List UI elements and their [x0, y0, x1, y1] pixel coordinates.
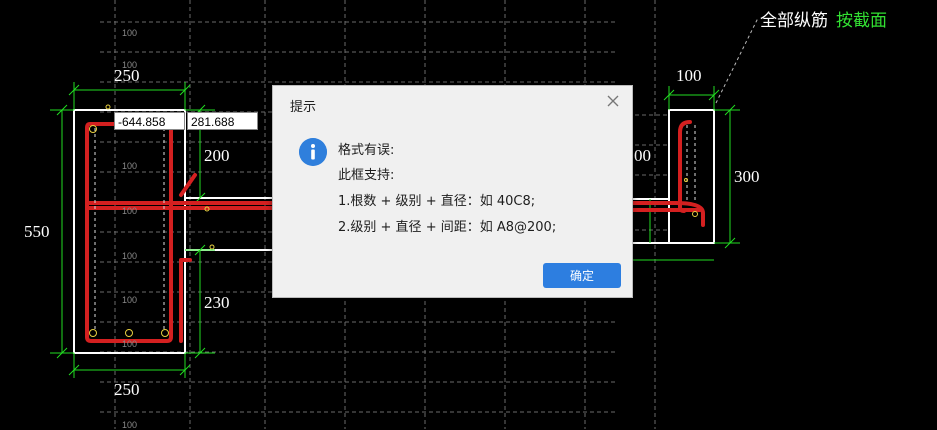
- dim-left-top-width[interactable]: 250: [114, 66, 140, 86]
- message-line: 1.根数 + 级别 + 直径：如 40C8;: [338, 194, 536, 209]
- dim-left-height[interactable]: 550: [24, 222, 50, 242]
- dim-right-height[interactable]: 300: [734, 167, 760, 187]
- dim-web-bottom[interactable]: 230: [204, 293, 230, 313]
- close-icon[interactable]: [604, 92, 622, 110]
- by-section-label[interactable]: 按截面: [836, 11, 887, 31]
- info-icon: [299, 138, 327, 166]
- dim-right-top-width[interactable]: 100: [676, 66, 702, 86]
- leader-line: [715, 17, 759, 104]
- message-line: 格式有误:: [338, 143, 395, 158]
- dim-web-top[interactable]: 200: [204, 146, 230, 166]
- prompt-dialog: 提示 格式有误: 此框支持: 1.根数 + 级别 + 直径：如 40C8; 2.…: [272, 85, 633, 298]
- message-line: 2.级别 + 直径 + 间距：如 A8@200;: [338, 220, 557, 235]
- grid-label: 100: [122, 161, 138, 171]
- dim-left-bottom-width[interactable]: 250: [114, 380, 140, 400]
- rebar-mode-label: 全部纵筋 按截面: [760, 6, 887, 31]
- grid-label: 100: [122, 28, 138, 38]
- all-longitudinal-label: 全部纵筋: [760, 11, 828, 31]
- grid-label: 100: [122, 206, 138, 216]
- coord-x-input[interactable]: -644.858: [114, 112, 185, 130]
- dialog-title: 提示: [290, 100, 317, 115]
- grid-label: 100: [122, 251, 138, 261]
- dim-right-partial[interactable]: 00: [634, 146, 651, 166]
- ok-button[interactable]: 确定: [543, 263, 621, 288]
- grid-label: 100: [122, 295, 138, 305]
- grid-label: 100: [122, 339, 138, 349]
- coord-y-input[interactable]: 281.688: [187, 112, 258, 130]
- message-line: 此框支持:: [338, 168, 395, 183]
